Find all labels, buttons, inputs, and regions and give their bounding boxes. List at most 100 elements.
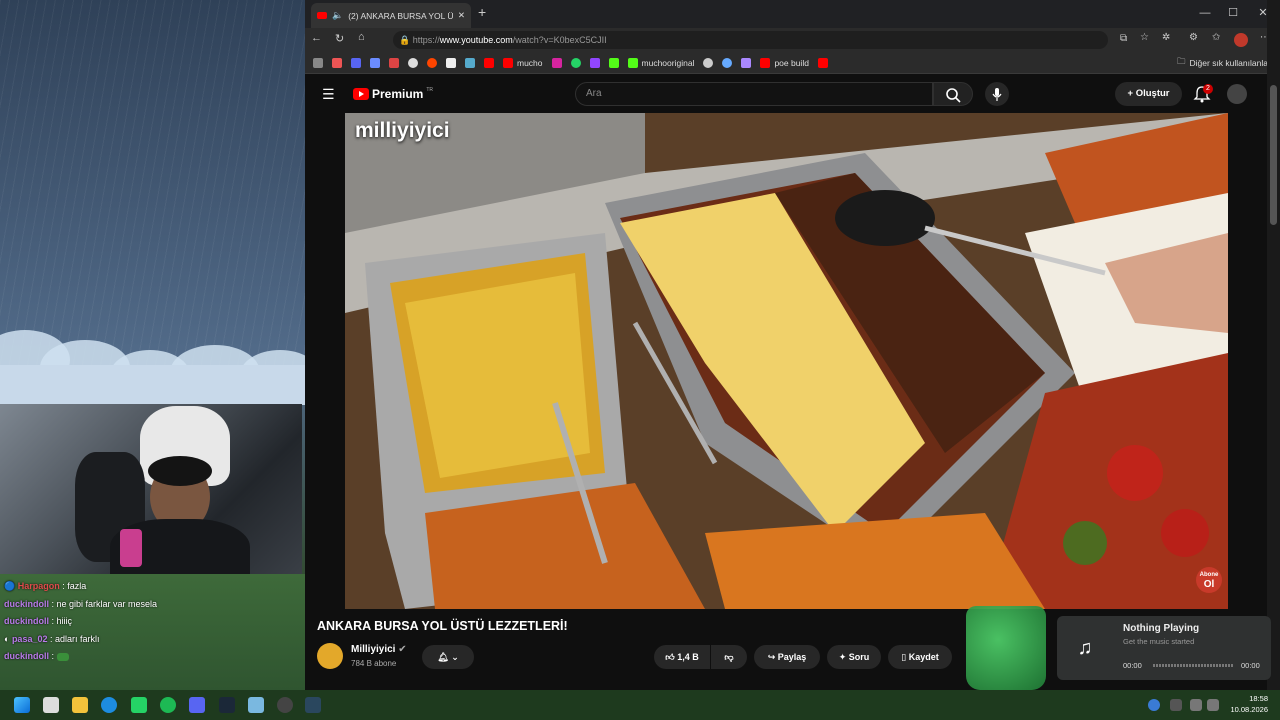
- bookmark-icon[interactable]: [465, 57, 475, 68]
- music-note-icon: ♫: [1077, 637, 1093, 659]
- discord-icon[interactable]: [351, 57, 361, 68]
- bookmark-muchooriginal[interactable]: muchooriginal: [627, 57, 694, 68]
- whatsapp-icon[interactable]: [131, 697, 147, 713]
- start-icon[interactable]: [14, 697, 30, 713]
- spotify-icon[interactable]: [160, 697, 176, 713]
- discord-icon[interactable]: [189, 697, 205, 713]
- bookmark-icon[interactable]: [332, 57, 342, 68]
- kick-icon[interactable]: [608, 57, 619, 68]
- create-button[interactable]: + Oluştur: [1115, 82, 1182, 106]
- new-tab-icon[interactable]: +: [478, 4, 486, 20]
- profile-icon[interactable]: [1234, 33, 1248, 47]
- wifi-icon[interactable]: [1190, 699, 1202, 711]
- channel-name[interactable]: Milliyiyici ✔: [351, 644, 407, 655]
- steam-icon[interactable]: [219, 697, 235, 713]
- progress-bar: [1153, 664, 1233, 667]
- minimize-icon[interactable]: —: [1197, 5, 1213, 21]
- url-field[interactable]: 🔒 https://www.youtube.com/watch?v=K0bexC…: [393, 31, 1108, 49]
- youtube-logo[interactable]: Premium TR: [353, 87, 433, 101]
- scrollbar[interactable]: [1267, 0, 1280, 690]
- dislike-button[interactable]: 👎︎: [711, 645, 747, 669]
- share-button[interactable]: ↪ Paylaş: [754, 645, 820, 669]
- thumbs-up-icon: 👍︎: [665, 652, 675, 662]
- instagram-icon[interactable]: [551, 57, 562, 68]
- address-bar: ← ↻ ⌂ 🔒 https://www.youtube.com/watch?v=…: [305, 28, 1280, 52]
- app-icon[interactable]: [248, 697, 264, 713]
- split-screen-icon[interactable]: ⚙: [1189, 32, 1198, 43]
- chat-message: 🔵 Harpagon : fazla: [4, 581, 87, 591]
- channel-watermark: milliyiyici: [355, 119, 450, 142]
- save-button[interactable]: ▯ Kaydet: [888, 645, 952, 669]
- back-icon[interactable]: ←: [311, 32, 322, 44]
- account-avatar[interactable]: [1227, 84, 1247, 104]
- taskbar-clock[interactable]: 18:58 10.08.2026: [1222, 693, 1268, 715]
- volume-icon[interactable]: [1207, 699, 1219, 711]
- reload-icon[interactable]: ↻: [335, 32, 344, 45]
- bookmark-icon[interactable]: [741, 57, 752, 68]
- youtube-icon[interactable]: [817, 57, 828, 68]
- video-frame: [345, 113, 1228, 609]
- kick-icon: [627, 57, 638, 68]
- bookmark-icon[interactable]: [313, 57, 323, 68]
- lock-icon: 🔒: [399, 35, 411, 45]
- favorite-star-icon[interactable]: ☆: [1140, 32, 1149, 43]
- search-input[interactable]: Ara: [575, 82, 933, 106]
- favorites-icon[interactable]: ✩: [1212, 32, 1220, 43]
- maximize-icon[interactable]: ☐: [1225, 5, 1241, 21]
- chat-message: duckindoll :: [4, 648, 301, 666]
- bookmark-icon[interactable]: [703, 57, 714, 68]
- subscribe-badge[interactable]: Abone Ol: [1196, 567, 1222, 593]
- obs-icon[interactable]: [277, 697, 293, 713]
- video-player[interactable]: milliyiyici Abone Ol: [345, 113, 1228, 609]
- video-title: ANKARA BURSA YOL ÜSTÜ LEZZETLERİ!: [317, 619, 568, 633]
- microphone-icon: [992, 88, 1002, 101]
- microphone-icon[interactable]: [1170, 699, 1182, 711]
- tab-bar: 🔈 (2) ANKARA BURSA YOL ÜSTÜ ✕ + — ☐ ✕: [305, 0, 1280, 28]
- channel-avatar[interactable]: [317, 643, 343, 669]
- puzzle-icon[interactable]: ✲: [1162, 32, 1170, 43]
- bell-icon: 🔔︎: [437, 652, 449, 662]
- browser-window: 🔈 (2) ANKARA BURSA YOL ÜSTÜ ✕ + — ☐ ✕ ← …: [305, 0, 1280, 690]
- browser-tab[interactable]: 🔈 (2) ANKARA BURSA YOL ÜSTÜ ✕: [311, 3, 471, 28]
- speaker-icon: 🔈: [332, 10, 344, 20]
- chat-message: duckindoll : ne gibi farklar var mesela: [4, 598, 158, 609]
- ask-button[interactable]: ✦ Soru: [827, 645, 881, 669]
- voice-search-button[interactable]: [985, 82, 1009, 106]
- youtube-icon[interactable]: [484, 57, 494, 68]
- gmail-icon[interactable]: [389, 57, 399, 68]
- taskbar: [0, 690, 1280, 720]
- thumbs-down-icon: 👎︎: [724, 652, 734, 662]
- reddit-icon[interactable]: [427, 57, 437, 68]
- notification-bell-button[interactable]: 🔔︎ ⌄: [422, 645, 474, 669]
- overlay-jar-graphic: [966, 606, 1046, 690]
- edge-icon[interactable]: [101, 697, 117, 713]
- folder-icon: 🗀: [1177, 55, 1186, 66]
- youtube-favicon-icon: [317, 12, 327, 19]
- bookmark-mucho[interactable]: mucho: [503, 57, 543, 68]
- bookmark-icon[interactable]: [722, 57, 733, 68]
- subscriber-count: 784 B abone: [351, 659, 397, 668]
- file-explorer-icon[interactable]: [72, 697, 88, 713]
- steam-icon[interactable]: [305, 697, 321, 713]
- bookmark-poe-build[interactable]: poe build: [760, 57, 809, 68]
- search-button[interactable]: [933, 82, 973, 106]
- other-bookmarks-folder[interactable]: 🗀 Diğer sık kullanılanlar: [1177, 56, 1271, 70]
- bookmark-icon: ▯: [901, 652, 907, 662]
- twitch-icon[interactable]: [589, 57, 600, 68]
- x-icon[interactable]: [446, 57, 456, 68]
- home-icon[interactable]: ⌂: [358, 31, 365, 43]
- bookmarks-bar: mucho muchooriginal poe build 🗀 Diğer sık…: [305, 52, 1280, 74]
- share-icon: ↪: [767, 652, 776, 662]
- whatsapp-icon[interactable]: [570, 57, 581, 68]
- sparkle-icon: ✦: [838, 652, 847, 662]
- extension-icon[interactable]: ⧉: [1120, 33, 1127, 44]
- close-tab-icon[interactable]: ✕: [458, 10, 465, 21]
- hamburger-menu-icon[interactable]: ☰: [322, 86, 335, 103]
- network-icon[interactable]: [1148, 699, 1160, 711]
- stream-overlay: 🔵 Harpagon : fazla duckindoll : ne gibi …: [0, 0, 305, 690]
- bookmark-icon[interactable]: [370, 57, 380, 68]
- youtube-icon: [760, 57, 771, 68]
- like-button[interactable]: 👍︎ 1,4 B: [654, 645, 710, 669]
- google-icon[interactable]: [408, 57, 418, 68]
- gallery-icon[interactable]: [43, 697, 59, 713]
